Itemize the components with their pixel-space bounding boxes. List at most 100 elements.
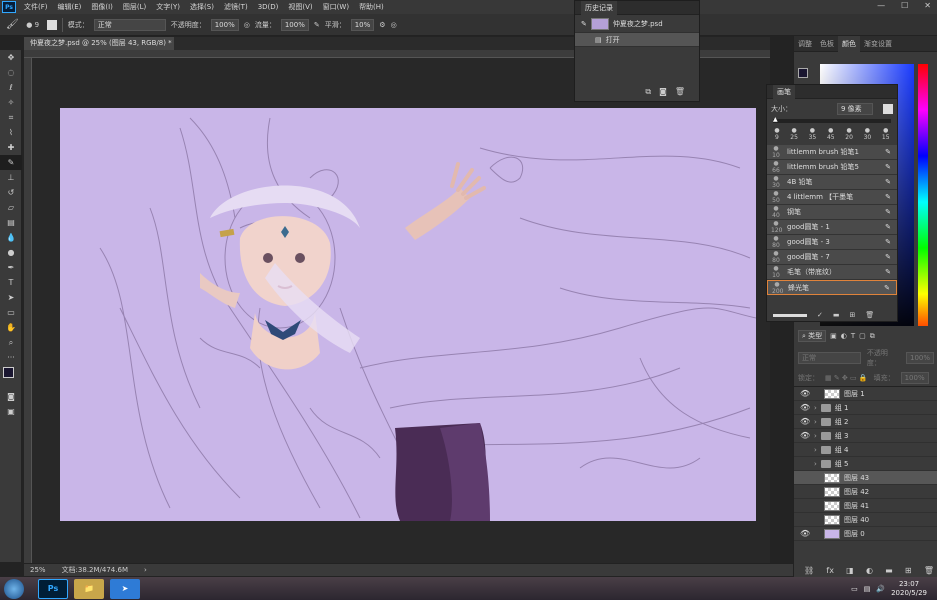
brush-settings-icon[interactable]: [883, 104, 893, 114]
layer-row[interactable]: 图层 43: [794, 471, 937, 485]
menu-help[interactable]: 帮助(H): [354, 2, 389, 12]
history-step-row[interactable]: ▤ 打开: [575, 33, 699, 47]
minimize-icon[interactable]: —: [877, 1, 885, 10]
pressure-opacity-icon[interactable]: ◎: [244, 21, 250, 29]
delete-brush-icon[interactable]: 🗑: [865, 311, 874, 319]
close-icon[interactable]: ✕: [924, 1, 931, 10]
filter-pixel-icon[interactable]: ▣: [830, 332, 837, 340]
delete-layer-icon[interactable]: 🗑: [924, 566, 934, 575]
add-mask-icon[interactable]: ◨: [846, 566, 854, 575]
gear-icon[interactable]: ⚙: [379, 21, 385, 29]
preset-tip[interactable]: ● 30: [864, 127, 872, 141]
layer-row[interactable]: 图层 40: [794, 513, 937, 527]
brush-folder-icon[interactable]: ▬: [833, 311, 840, 319]
layer-group-row[interactable]: › 组 5: [794, 457, 937, 471]
new-layer-icon[interactable]: ⊞: [905, 566, 912, 575]
tab-color[interactable]: 颜色: [838, 35, 860, 52]
fx-icon[interactable]: fx: [826, 566, 834, 575]
link-layers-icon[interactable]: ⛓: [804, 566, 814, 575]
brush-item[interactable]: ● 66 littlemm brush 铅笔5 ✎: [767, 160, 897, 175]
color-foreground-swatch[interactable]: [798, 68, 808, 78]
layer-group-row[interactable]: 👁 › 组 1: [794, 401, 937, 415]
trash-icon[interactable]: 🗑: [675, 87, 685, 97]
brush-item[interactable]: ● 10 littlemm brush 铅笔1 ✎: [767, 145, 897, 160]
taskbar-photoshop[interactable]: Ps: [38, 578, 68, 599]
menu-type[interactable]: 文字(Y): [151, 2, 185, 12]
menu-window[interactable]: 窗口(W): [318, 2, 354, 12]
smooth-input[interactable]: 10%: [350, 18, 375, 31]
mode-select[interactable]: 正常: [93, 18, 166, 31]
eyedropper-tool-icon[interactable]: ⌇: [0, 125, 22, 140]
canvas-artwork[interactable]: [60, 108, 756, 521]
preset-tip[interactable]: ● 45: [827, 127, 835, 141]
brush-tool-icon[interactable]: 🖌: [6, 19, 19, 30]
rectangle-tool-icon[interactable]: ▭: [0, 305, 22, 320]
visibility-eye-icon[interactable]: 👁: [800, 389, 810, 398]
hand-tool-icon[interactable]: ✋: [0, 320, 22, 335]
brush-item[interactable]: ● 10 毛笔（带底纹） ✎: [767, 265, 897, 280]
brush-item[interactable]: ● 80 good圆笔 - 3 ✎: [767, 235, 897, 250]
network-icon[interactable]: ▤: [864, 585, 871, 593]
dodge-tool-icon[interactable]: ●: [0, 245, 22, 260]
brush-preset-picker[interactable]: ● 9: [24, 21, 42, 29]
menu-view[interactable]: 视图(V): [283, 2, 317, 12]
brush-tool-icon[interactable]: ✎: [0, 155, 22, 170]
magic-wand-tool-icon[interactable]: ✧: [0, 95, 22, 110]
flow-input[interactable]: 100%: [280, 18, 309, 31]
filter-shape-icon[interactable]: ▢: [859, 332, 866, 340]
eraser-tool-icon[interactable]: ▱: [0, 200, 22, 215]
fill-input[interactable]: 100%: [900, 372, 929, 384]
layer-group-row[interactable]: › 组 4: [794, 443, 937, 457]
more-tools-icon[interactable]: ···: [0, 350, 22, 365]
marquee-tool-icon[interactable]: ◌: [0, 65, 22, 80]
preset-tip[interactable]: ● 35: [809, 127, 817, 141]
preset-tip[interactable]: ● 15: [882, 127, 890, 141]
tab-adjustments[interactable]: 调整: [794, 36, 816, 52]
layer-group-row[interactable]: 👁 › 组 3: [794, 429, 937, 443]
screen-mode-icon[interactable]: ▣: [0, 404, 22, 419]
visibility-eye-icon[interactable]: 👁: [800, 431, 810, 440]
crop-tool-icon[interactable]: ⌗: [0, 110, 22, 125]
brush-item[interactable]: ● 200 蜂光笔 ✎: [767, 280, 897, 295]
menu-filter[interactable]: 滤镜(T): [219, 2, 253, 12]
clone-stamp-tool-icon[interactable]: ⊥: [0, 170, 22, 185]
hue-slider[interactable]: [918, 64, 928, 340]
history-brush-source-icon[interactable]: ✎: [581, 20, 587, 28]
brush-item[interactable]: ● 120 good圆笔 - 1 ✎: [767, 220, 897, 235]
brush-preview-slider[interactable]: [773, 313, 807, 317]
visibility-eye-icon[interactable]: 👁: [800, 403, 810, 412]
menu-3d[interactable]: 3D(D): [253, 3, 284, 11]
clock[interactable]: 23:07 2020/5/29: [891, 580, 927, 598]
quick-mask-icon[interactable]: ◙: [0, 389, 22, 404]
taskbar-explorer-icon[interactable]: 📁: [74, 578, 104, 599]
visibility-eye-icon[interactable]: 👁: [800, 417, 810, 426]
brush-item[interactable]: ● 30 4B 铅笔 ✎: [767, 175, 897, 190]
history-tab[interactable]: 历史记录: [581, 0, 617, 15]
zoom-tool-icon[interactable]: ⌕: [0, 335, 22, 350]
color-swatches[interactable]: [0, 365, 21, 389]
start-button-icon[interactable]: [4, 578, 24, 599]
filter-smart-icon[interactable]: ⧉: [870, 332, 875, 341]
brush-size-slider[interactable]: ▲: [773, 116, 891, 123]
path-selection-tool-icon[interactable]: ➤: [0, 290, 22, 305]
history-brush-tool-icon[interactable]: ↺: [0, 185, 22, 200]
new-group-icon[interactable]: ▬: [885, 566, 893, 575]
gradient-tool-icon[interactable]: ▤: [0, 215, 22, 230]
volume-icon[interactable]: 🔊: [876, 585, 885, 593]
menu-file[interactable]: 文件(F): [19, 2, 53, 12]
menu-layer[interactable]: 图层(L): [118, 2, 151, 12]
healing-brush-tool-icon[interactable]: ✚: [0, 140, 22, 155]
filter-type-icon[interactable]: T: [851, 332, 855, 340]
history-snapshot-row[interactable]: ✎ 仲夏夜之梦.psd: [575, 15, 699, 33]
new-brush-icon[interactable]: ⊞: [850, 311, 856, 319]
brush-item[interactable]: ● 50 4 littlemm 【干墨笔 ✎: [767, 190, 897, 205]
visibility-eye-icon[interactable]: 👁: [800, 529, 810, 538]
maximize-icon[interactable]: ☐: [901, 1, 908, 10]
type-tool-icon[interactable]: T: [0, 275, 22, 290]
layer-opacity-input[interactable]: 100%: [905, 352, 934, 364]
menu-image[interactable]: 图像(I): [86, 2, 118, 12]
new-document-from-state-icon[interactable]: ⧉: [645, 87, 651, 97]
brush-toggle-icon[interactable]: ✓: [817, 311, 823, 319]
adjustment-layer-icon[interactable]: ◐: [866, 566, 873, 575]
taskbar-app-icon[interactable]: ➤: [110, 578, 140, 599]
